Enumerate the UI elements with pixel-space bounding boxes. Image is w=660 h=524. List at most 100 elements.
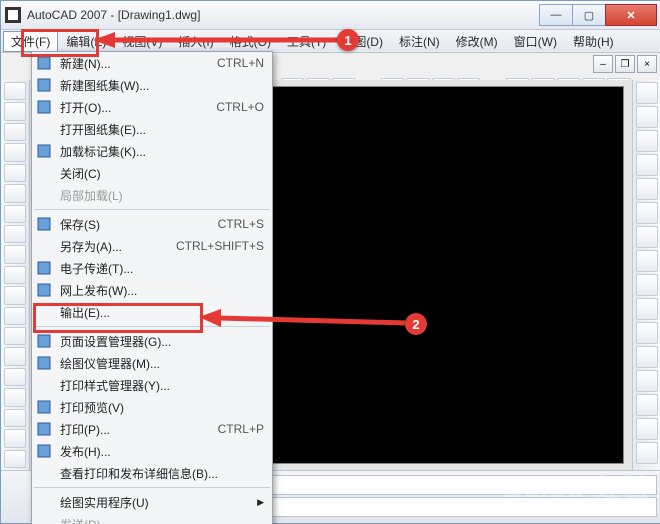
page-icon	[36, 333, 54, 349]
menu-view[interactable]: 视图(V)	[114, 31, 170, 52]
menubar: 文件(F) 编辑(E) 视图(V) 插入(I) 格式(O) 工具(T) 绘图(D…	[1, 30, 660, 53]
menu-window[interactable]: 窗口(W)	[506, 31, 565, 52]
menu-item[interactable]: 绘图仪管理器(M)...	[32, 352, 272, 374]
spline-icon[interactable]	[4, 245, 26, 263]
menu-item-label: 页面设置管理器(G)...	[60, 333, 264, 350]
menu-item-label: 局部加载(L)	[60, 187, 264, 204]
table-icon[interactable]	[4, 429, 26, 447]
stretch-icon[interactable]	[636, 274, 658, 296]
fillet-icon[interactable]	[636, 418, 658, 440]
preview-icon	[36, 399, 54, 415]
menu-item-shortcut: CTRL+S	[218, 217, 264, 231]
gradient-icon[interactable]	[4, 388, 26, 406]
menu-item-label: 网上发布(W)...	[60, 282, 264, 299]
menu-item[interactable]: 页面设置管理器(G)...	[32, 330, 272, 352]
menu-item-label: 查看打印和发布详细信息(B)...	[60, 465, 264, 482]
insert-block-icon[interactable]	[4, 307, 26, 325]
blank-icon	[36, 516, 54, 524]
polygon-icon[interactable]	[4, 143, 26, 161]
circle-icon[interactable]	[4, 205, 26, 223]
maximize-button[interactable]: ▢	[572, 4, 606, 26]
menu-edit[interactable]: 编辑(E)	[58, 31, 114, 52]
menu-item[interactable]: 保存(S)CTRL+S	[32, 213, 272, 235]
ellipse-icon[interactable]	[4, 266, 26, 284]
menu-item-label: 输出(E)...	[60, 304, 264, 321]
menu-item-label: 加载标记集(K)...	[60, 143, 264, 160]
draw-toolbar	[1, 80, 30, 470]
menu-item-label: 关闭(C)	[60, 165, 264, 182]
blank-icon	[36, 494, 54, 510]
menu-file[interactable]: 文件(F)	[3, 31, 58, 52]
mdi-close[interactable]: ×	[637, 55, 657, 73]
publish-icon	[36, 443, 54, 459]
menu-item[interactable]: 绘图实用程序(U)▶	[32, 491, 272, 513]
menu-item-label: 保存(S)	[60, 216, 218, 233]
ellipse-arc-icon[interactable]	[4, 286, 26, 304]
print-icon	[36, 421, 54, 437]
menu-item[interactable]: 打印样式管理器(Y)...	[32, 374, 272, 396]
menu-item[interactable]: 关闭(C)	[32, 162, 272, 184]
blank-icon	[36, 187, 54, 203]
menu-item[interactable]: 发布(H)...	[32, 440, 272, 462]
menu-item[interactable]: 打印(P)...CTRL+P	[32, 418, 272, 440]
menu-item-label: 打印样式管理器(Y)...	[60, 377, 264, 394]
mdi-min[interactable]: –	[593, 55, 613, 73]
sheetset-icon	[36, 77, 54, 93]
rotate-icon[interactable]	[636, 226, 658, 248]
menu-item-label: 新建(N)...	[60, 55, 217, 72]
array-icon[interactable]	[636, 178, 658, 200]
menu-item-label: 新建图纸集(W)...	[60, 77, 264, 94]
menu-tools[interactable]: 工具(T)	[279, 31, 334, 52]
arc-icon[interactable]	[4, 184, 26, 202]
revcloud-icon[interactable]	[4, 225, 26, 243]
menu-item[interactable]: 打开(O)...CTRL+O	[32, 96, 272, 118]
menu-item[interactable]: 新建(N)...CTRL+N	[32, 52, 272, 74]
chamfer-icon[interactable]	[636, 394, 658, 416]
xline-icon[interactable]	[4, 102, 26, 120]
hatch-icon[interactable]	[4, 368, 26, 386]
point-icon[interactable]	[4, 347, 26, 365]
menu-help[interactable]: 帮助(H)	[565, 31, 622, 52]
menu-format[interactable]: 格式(O)	[222, 31, 279, 52]
copy-icon[interactable]	[636, 106, 658, 128]
menu-dim[interactable]: 标注(N)	[391, 31, 448, 52]
explode-icon[interactable]	[636, 442, 658, 464]
menu-item[interactable]: 加载标记集(K)...	[32, 140, 272, 162]
minimize-button[interactable]: —	[539, 4, 573, 26]
polyline-icon[interactable]	[4, 123, 26, 141]
blank-icon	[36, 465, 54, 481]
menu-item-label: 打开(O)...	[60, 99, 216, 116]
menu-modify[interactable]: 修改(M)	[448, 31, 506, 52]
trim-icon[interactable]	[636, 298, 658, 320]
menu-item[interactable]: 电子传递(T)...	[32, 257, 272, 279]
make-block-icon[interactable]	[4, 327, 26, 345]
window-title: AutoCAD 2007 - [Drawing1.dwg]	[27, 8, 200, 22]
rectangle-icon[interactable]	[4, 164, 26, 182]
close-button[interactable]: ✕	[605, 4, 657, 26]
menu-item-label: 电子传递(T)...	[60, 260, 264, 277]
move-icon[interactable]	[636, 202, 658, 224]
menu-item[interactable]: 输出(E)...	[32, 301, 272, 323]
erase-icon[interactable]	[636, 82, 658, 104]
offset-icon[interactable]	[636, 154, 658, 176]
menu-insert[interactable]: 插入(I)	[170, 31, 221, 52]
mdi-max[interactable]: ❐	[615, 55, 635, 73]
menu-item[interactable]: 新建图纸集(W)...	[32, 74, 272, 96]
mtext-icon[interactable]	[4, 450, 26, 468]
open-icon	[36, 99, 54, 115]
line-icon[interactable]	[4, 82, 26, 100]
menu-item[interactable]: 另存为(A)...CTRL+SHIFT+S	[32, 235, 272, 257]
extend-icon[interactable]	[636, 322, 658, 344]
menu-item[interactable]: 网上发布(W)...	[32, 279, 272, 301]
blank-icon	[36, 238, 54, 254]
mirror-icon[interactable]	[636, 130, 658, 152]
etrans-icon	[36, 260, 54, 276]
scale-icon[interactable]	[636, 250, 658, 272]
menu-item[interactable]: 查看打印和发布详细信息(B)...	[32, 462, 272, 484]
menu-item[interactable]: 打印预览(V)	[32, 396, 272, 418]
region-icon[interactable]	[4, 409, 26, 427]
save-icon	[36, 216, 54, 232]
break-icon[interactable]	[636, 346, 658, 368]
join-icon[interactable]	[636, 370, 658, 392]
menu-item[interactable]: 打开图纸集(E)...	[32, 118, 272, 140]
